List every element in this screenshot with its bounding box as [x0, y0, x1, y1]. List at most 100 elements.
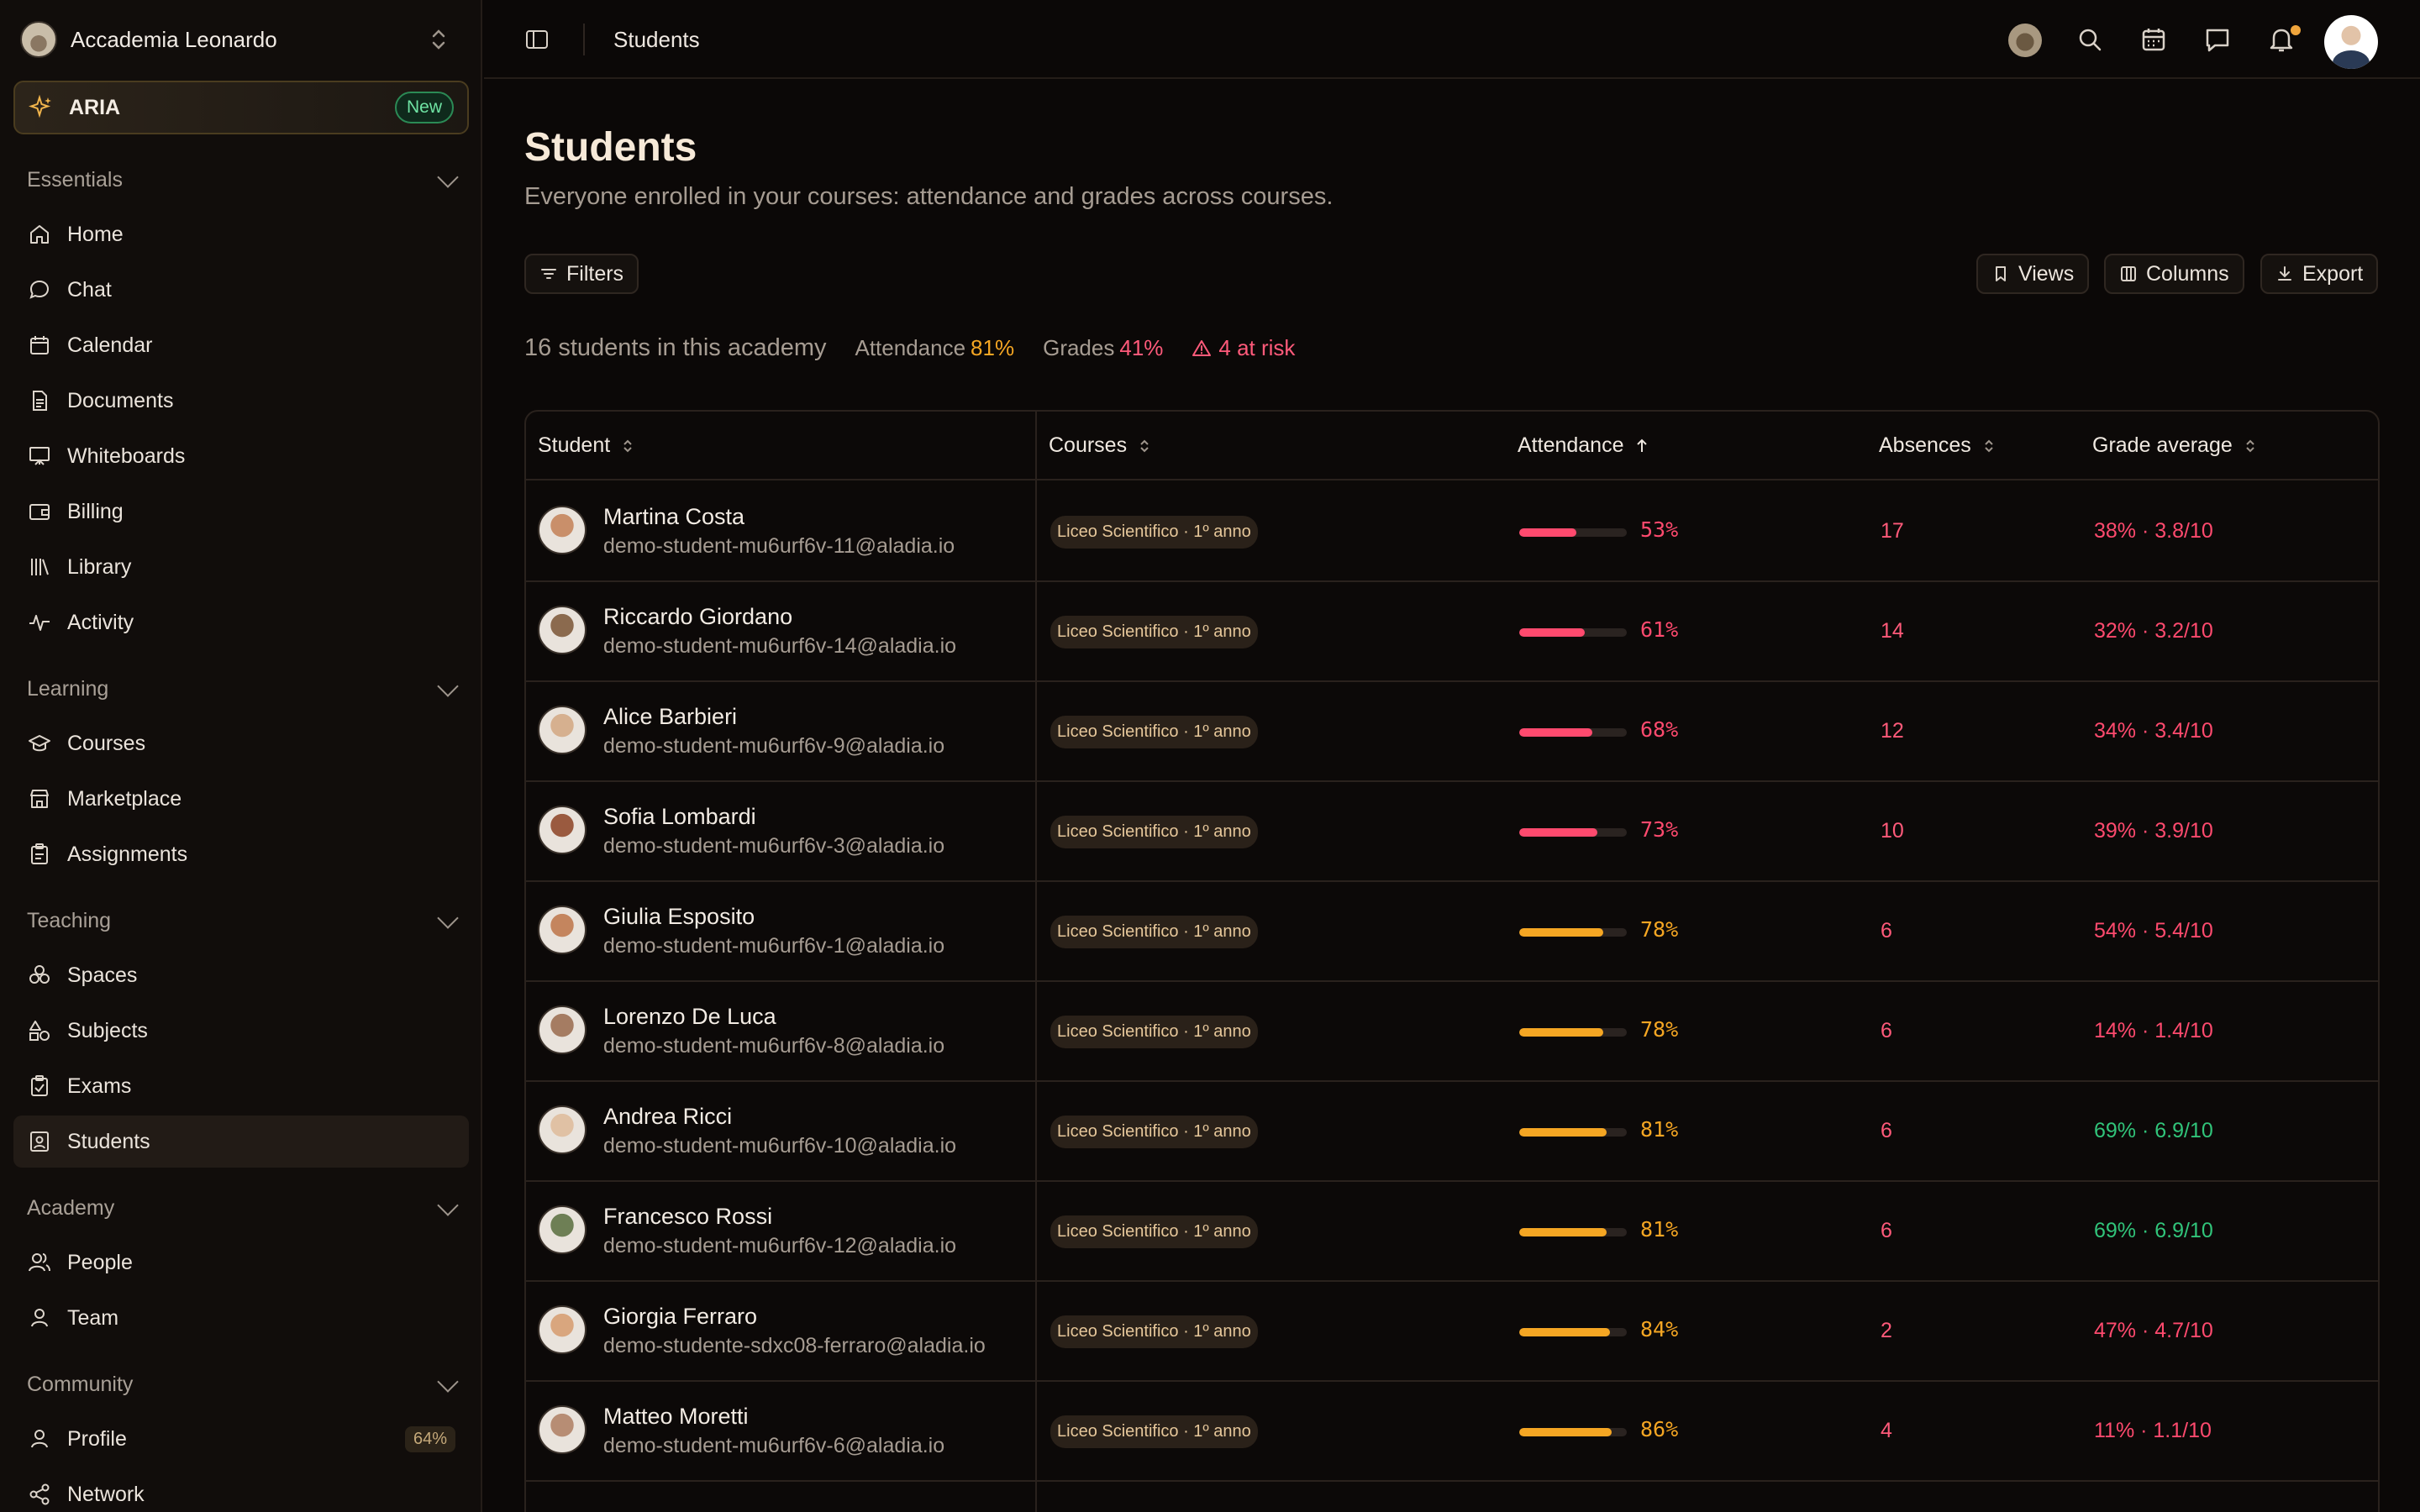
student-name[interactable]: Martina Costa	[603, 504, 744, 530]
student-email: demo-student-mu6urf6v-6@aladia.io	[603, 1434, 945, 1457]
table-row[interactable]: Giulia Esposito demo-student-mu6urf6v-1@a…	[526, 882, 2378, 982]
sidebar-toggle-icon[interactable]	[523, 25, 551, 54]
table-row[interactable]: Matteo Moretti demo-student-mu6urf6v-6@al…	[526, 1382, 2378, 1482]
columns-button[interactable]: Columns	[2104, 254, 2244, 294]
student-avatar	[538, 1205, 587, 1254]
section-learning[interactable]: Learning	[27, 675, 459, 701]
sidebar-item-courses[interactable]: Courses	[13, 717, 469, 769]
aria-label: ARIA	[69, 95, 121, 119]
course-badge[interactable]: Liceo Scientifico · 1º anno	[1050, 716, 1258, 748]
student-name[interactable]: Sofia Lombardi	[603, 804, 756, 830]
course-badge[interactable]: Liceo Scientifico · 1º anno	[1050, 1215, 1258, 1248]
at-risk-count[interactable]: 4 at risk	[1218, 335, 1295, 361]
student-name[interactable]: Andrea Ricci	[603, 1104, 732, 1130]
column-header-student[interactable]: Student	[538, 433, 637, 458]
attendance-bar	[1519, 1328, 1627, 1336]
column-label: Absences	[1879, 433, 1971, 457]
attendance-value: 78%	[1640, 1017, 1679, 1042]
table-row[interactable]: Riccardo Giordano demo-student-mu6urf6v-1…	[526, 582, 2378, 682]
sidebar-item-spaces[interactable]: Spaces	[13, 949, 469, 1001]
sidebar-item-label: Team	[67, 1305, 119, 1330]
sidebar-item-exams[interactable]: Exams	[13, 1060, 469, 1112]
student-name[interactable]: Giorgia Ferraro	[603, 1304, 757, 1330]
attendance-value: 84%	[1640, 1317, 1679, 1341]
absences-value: 17	[1881, 519, 1904, 543]
table-header: Student Courses Attendance Absences Grad…	[526, 412, 2378, 480]
table-row[interactable]: Alice Barbieri demo-student-mu6urf6v-9@al…	[526, 682, 2378, 782]
sidebar-item-billing[interactable]: Billing	[13, 486, 469, 538]
notification-dot	[2291, 25, 2301, 35]
sidebar-item-profile[interactable]: Profile 64%	[13, 1413, 469, 1465]
student-name[interactable]: Francesco Rossi	[603, 1204, 772, 1230]
course-badge[interactable]: Liceo Scientifico · 1º anno	[1050, 816, 1258, 848]
table-row[interactable]: Francesco Rossi demo-student-mu6urf6v-12@…	[526, 1182, 2378, 1282]
sidebar-item-whiteboards[interactable]: Whiteboards	[13, 430, 469, 482]
course-badge[interactable]: Liceo Scientifico · 1º anno	[1050, 1415, 1258, 1448]
views-button[interactable]: Views	[1976, 254, 2090, 294]
sidebar-item-library[interactable]: Library	[13, 541, 469, 593]
table-row[interactable]: Sofia Lombardi demo-student-mu6urf6v-3@al…	[526, 782, 2378, 882]
student-name[interactable]: Alice Barbieri	[603, 704, 737, 730]
org-switcher[interactable]: Accademia Leonardo	[20, 18, 449, 60]
store-icon	[30, 790, 49, 808]
views-label: Views	[2018, 261, 2075, 286]
sidebar-item-people[interactable]: People	[13, 1236, 469, 1289]
attendance-value: 78%	[1640, 917, 1679, 942]
table-row[interactable]: Martina Costa demo-student-mu6urf6v-11@al…	[526, 482, 2378, 582]
sidebar-item-label: Spaces	[67, 963, 138, 987]
course-badge[interactable]: Liceo Scientifico · 1º anno	[1050, 1116, 1258, 1148]
table-row[interactable]: Andrea Ricci demo-student-mu6urf6v-10@ala…	[526, 1082, 2378, 1182]
column-header-courses[interactable]: Courses	[1049, 433, 1154, 458]
filters-label: Filters	[566, 261, 624, 286]
attendance-value: 81%	[1640, 1217, 1679, 1242]
attendance-bar-fill	[1519, 1328, 1610, 1336]
course-badge[interactable]: Liceo Scientifico · 1º anno	[1050, 916, 1258, 948]
sidebar-item-calendar[interactable]: Calendar	[13, 319, 469, 371]
sidebar-item-documents[interactable]: Documents	[13, 375, 469, 427]
sidebar-item-network[interactable]: Network	[13, 1468, 469, 1512]
column-header-absences[interactable]: Absences	[1879, 433, 1998, 458]
sidebar-item-activity[interactable]: Activity	[13, 596, 469, 648]
section-label: Academy	[27, 1196, 115, 1220]
student-name[interactable]: Giulia Esposito	[603, 904, 755, 930]
grades-stat-label: Grades	[1043, 335, 1115, 360]
attendance-value: 86%	[1640, 1417, 1679, 1441]
sidebar-item-assignments[interactable]: Assignments	[13, 828, 469, 880]
chevron-down-icon	[437, 165, 459, 188]
org-avatar[interactable]	[2008, 24, 2042, 57]
user-avatar[interactable]	[2324, 15, 2378, 69]
course-badge[interactable]: Liceo Scientifico · 1º anno	[1050, 516, 1258, 549]
student-name[interactable]: Riccardo Giordano	[603, 604, 792, 630]
course-badge[interactable]: Liceo Scientifico · 1º anno	[1050, 616, 1258, 648]
sidebar-item-marketplace[interactable]: Marketplace	[13, 773, 469, 825]
column-header-attendance[interactable]: Attendance	[1518, 433, 1651, 458]
course-badge[interactable]: Liceo Scientifico · 1º anno	[1050, 1315, 1258, 1348]
search-icon[interactable]	[2074, 24, 2106, 55]
column-label: Attendance	[1518, 433, 1624, 457]
section-community[interactable]: Community	[27, 1370, 459, 1397]
attendance-bar-fill	[1519, 1128, 1607, 1137]
filters-button[interactable]: Filters	[524, 254, 639, 294]
sidebar-item-home[interactable]: Home	[13, 208, 469, 260]
course-badge[interactable]: Liceo Scientifico · 1º anno	[1050, 1016, 1258, 1048]
sidebar-item-label: People	[67, 1250, 133, 1274]
sidebar-item-students[interactable]: Students	[13, 1116, 469, 1168]
message-icon[interactable]	[2202, 24, 2233, 55]
student-name[interactable]: Lorenzo De Luca	[603, 1004, 776, 1030]
grade-average-value: 38% · 3.8/10	[2094, 519, 2213, 543]
section-essentials[interactable]: Essentials	[27, 165, 459, 192]
aria-button[interactable]: ARIA New	[13, 81, 469, 134]
sidebar-item-chat[interactable]: Chat	[13, 264, 469, 316]
chat-bubble-icon	[29, 280, 50, 299]
export-button[interactable]: Export	[2260, 254, 2379, 294]
table-row[interactable]: Lorenzo De Luca demo-student-mu6urf6v-8@a…	[526, 982, 2378, 1082]
sidebar-item-team[interactable]: Team	[13, 1292, 469, 1344]
sidebar-item-subjects[interactable]: Subjects	[13, 1005, 469, 1057]
absences-value: 12	[1881, 719, 1904, 743]
student-name[interactable]: Matteo Moretti	[603, 1404, 749, 1430]
table-row[interactable]: Giorgia Ferraro demo-studente-sdxc08-ferr…	[526, 1282, 2378, 1382]
section-teaching[interactable]: Teaching	[27, 906, 459, 933]
section-academy[interactable]: Academy	[27, 1194, 459, 1221]
column-header-grade-average[interactable]: Grade average	[2092, 433, 2260, 458]
calendar-icon[interactable]	[2138, 24, 2170, 55]
